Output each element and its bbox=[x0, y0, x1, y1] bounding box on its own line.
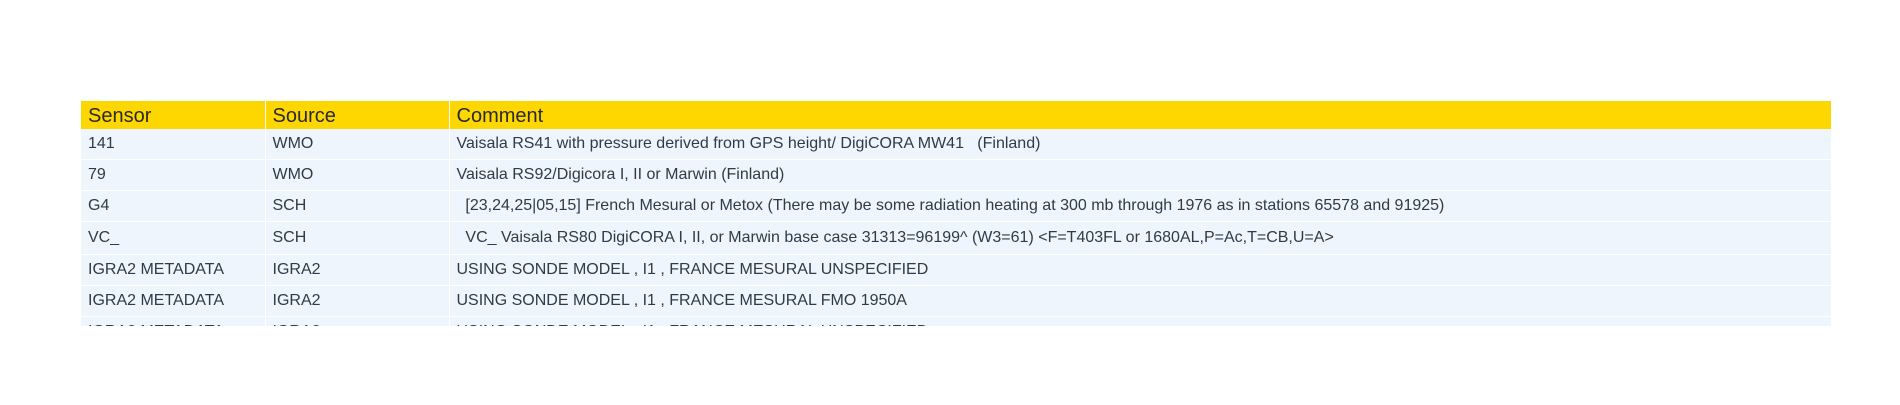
comment-cell: USING SONDE MODEL , I1 , FRANCE MESURAL … bbox=[449, 316, 1831, 326]
comment-cell: Vaisala RS92/Digicora I, II or Marwin (F… bbox=[449, 159, 1831, 191]
comment-cell: Vaisala RS41 with pressure derived from … bbox=[449, 129, 1831, 160]
table-body: 141 WMO Vaisala RS41 with pressure deriv… bbox=[81, 129, 1831, 326]
comment-cell: USING SONDE MODEL , I1 , FRANCE MESURAL … bbox=[449, 285, 1831, 317]
source-cell: SCH bbox=[265, 221, 450, 255]
source-cell: WMO bbox=[265, 159, 450, 191]
table-row: 141 WMO Vaisala RS41 with pressure deriv… bbox=[81, 129, 1831, 160]
table-row: IGRA2 METADATA IGRA2 USING SONDE MODEL ,… bbox=[81, 316, 1831, 326]
table-header: Sensor Source Comment bbox=[81, 101, 1831, 129]
sensor-cell: VC_ bbox=[81, 221, 266, 255]
sensor-table-container[interactable]: Sensor Source Comment 141 WMO Vaisala RS… bbox=[81, 101, 1831, 326]
sensor-cell: IGRA2 METADATA bbox=[81, 285, 266, 317]
comment-cell: [23,24,25|05,15] French Mesural or Metox… bbox=[449, 190, 1831, 222]
sensor-cell: 79 bbox=[81, 159, 266, 191]
column-header-source[interactable]: Source bbox=[265, 101, 450, 129]
table-row: IGRA2 METADATA IGRA2 USING SONDE MODEL ,… bbox=[81, 254, 1831, 286]
sensor-cell: IGRA2 METADATA bbox=[81, 254, 266, 286]
column-header-sensor[interactable]: Sensor bbox=[81, 101, 266, 129]
table-row: G4 SCH [23,24,25|05,15] French Mesural o… bbox=[81, 190, 1831, 222]
source-cell: IGRA2 bbox=[265, 254, 450, 286]
header-row: Sensor Source Comment bbox=[81, 101, 1831, 129]
source-cell: IGRA2 bbox=[265, 316, 450, 326]
table-row: IGRA2 METADATA IGRA2 USING SONDE MODEL ,… bbox=[81, 285, 1831, 317]
comment-cell: USING SONDE MODEL , I1 , FRANCE MESURAL … bbox=[449, 254, 1831, 286]
sensor-cell: IGRA2 METADATA bbox=[81, 316, 266, 326]
column-header-comment[interactable]: Comment bbox=[449, 101, 1831, 129]
sensor-table: Sensor Source Comment 141 WMO Vaisala RS… bbox=[81, 101, 1831, 326]
comment-cell: VC_ Vaisala RS80 DigiCORA I, II, or Marw… bbox=[449, 221, 1831, 255]
table-row: 79 WMO Vaisala RS92/Digicora I, II or Ma… bbox=[81, 159, 1831, 191]
source-cell: WMO bbox=[265, 129, 450, 160]
source-cell: IGRA2 bbox=[265, 285, 450, 317]
source-cell: SCH bbox=[265, 190, 450, 222]
table-row: VC_ SCH VC_ Vaisala RS80 DigiCORA I, II,… bbox=[81, 221, 1831, 255]
sensor-cell: G4 bbox=[81, 190, 266, 222]
sensor-cell: 141 bbox=[81, 129, 266, 160]
